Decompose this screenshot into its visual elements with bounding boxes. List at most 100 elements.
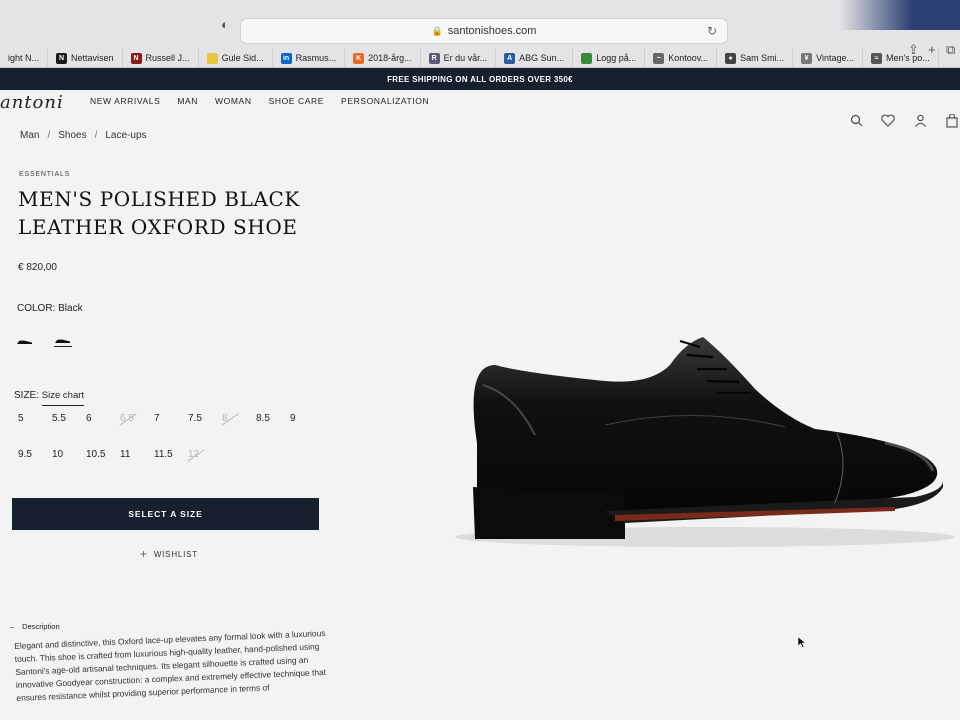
- mouse-cursor-icon: [798, 637, 806, 648]
- size-option[interactable]: 7: [150, 412, 184, 426]
- breadcrumb-separator: /: [94, 130, 98, 141]
- breadcrumb: Man / Shoes / Lace-ups: [20, 130, 147, 141]
- size-option: 8: [218, 412, 252, 426]
- bookmark-item[interactable]: ight N...: [0, 48, 49, 68]
- bookmark-label: Sam Smi...: [740, 53, 785, 63]
- shield-icon[interactable]: ◐: [221, 17, 229, 32]
- breadcrumb-man[interactable]: Man: [20, 130, 39, 141]
- wishlist-label: WISHLIST: [153, 549, 198, 559]
- color-swatch-black-selected[interactable]: [54, 337, 72, 347]
- bookmark-label: Logg på...: [596, 53, 637, 63]
- size-option[interactable]: 5: [14, 412, 48, 426]
- size-option[interactable]: 7.5: [184, 412, 218, 426]
- bookmark-label: Rasmus...: [295, 53, 337, 63]
- address-bar[interactable]: 🔒 santonishoes.com ↻: [240, 18, 728, 44]
- bookmark-favicon-icon: [581, 52, 593, 64]
- size-option[interactable]: 11.5: [150, 448, 184, 462]
- bookmark-favicon-icon: A: [504, 52, 516, 64]
- color-swatch-black[interactable]: [16, 337, 34, 347]
- color-selector-label: COLOR: Black: [17, 303, 83, 314]
- size-option[interactable]: 10.5: [82, 448, 116, 462]
- description-toggle[interactable]: – Description: [10, 622, 60, 631]
- nav-woman[interactable]: WOMAN: [215, 96, 252, 106]
- main-nav: NEW ARRIVALS MAN WOMAN SHOE CARE PERSONA…: [90, 96, 429, 106]
- bookmark-item[interactable]: N Nettavisen: [48, 48, 123, 68]
- description-heading: Description: [22, 622, 60, 631]
- bookmark-label: Gule Sid...: [221, 53, 264, 63]
- size-option: 6.5: [116, 412, 150, 426]
- nav-shoe-care[interactable]: SHOE CARE: [269, 96, 324, 106]
- search-icon[interactable]: [848, 114, 864, 131]
- bookmark-label: 2018-årg...: [368, 53, 412, 63]
- bookmark-label: Men's po...: [886, 53, 930, 63]
- bookmark-label: Russell J...: [145, 53, 190, 63]
- size-label: SIZE:: [14, 390, 40, 401]
- size-option[interactable]: 11: [116, 448, 150, 462]
- size-option[interactable]: 6: [82, 412, 116, 426]
- nav-personalization[interactable]: PERSONALIZATION: [341, 96, 429, 106]
- bookmark-favicon-icon: in: [280, 52, 292, 64]
- description-text: Elegant and distinctive, this Oxford lac…: [14, 627, 327, 703]
- bookmark-label: Nettavisen: [71, 53, 114, 63]
- lock-icon: 🔒: [431, 25, 443, 36]
- bookmark-favicon-icon: [206, 52, 218, 64]
- bookmark-label: ABG Sun...: [519, 53, 565, 63]
- bookmark-favicon-icon: ¥: [801, 52, 813, 64]
- select-size-button[interactable]: SELECT A SIZE: [12, 498, 319, 530]
- bag-icon[interactable]: [944, 113, 960, 131]
- plus-icon: +: [140, 547, 148, 561]
- bookmark-item[interactable]: ~ Kontoov...: [645, 48, 718, 68]
- bookmark-favicon-icon: ●: [725, 52, 737, 64]
- bookmarks-bar: ight N... N Nettavisen N Russell J... Gule Si…: [0, 48, 960, 68]
- size-option[interactable]: 9: [286, 412, 320, 426]
- bookmark-item[interactable]: ● Sam Smi...: [717, 48, 794, 68]
- wishlist-button[interactable]: + WISHLIST: [140, 547, 198, 561]
- utility-icons: [848, 113, 960, 131]
- site-logo[interactable]: antoni: [0, 92, 64, 113]
- breadcrumb-shoes[interactable]: Shoes: [58, 130, 86, 141]
- bookmark-label: Vintage...: [816, 53, 854, 63]
- size-chart-link[interactable]: Size chart: [41, 390, 85, 406]
- product-price: € 820,00: [18, 262, 57, 273]
- bookmark-item[interactable]: Gule Sid...: [199, 48, 273, 68]
- product-image: [455, 337, 955, 547]
- size-option[interactable]: 5.5: [48, 412, 82, 426]
- bookmark-item[interactable]: R Er du vår...: [421, 48, 497, 68]
- bookmark-item[interactable]: ¥ Vintage...: [793, 48, 863, 68]
- product-eyebrow: ESSENTIALS: [19, 171, 71, 178]
- size-option[interactable]: 8.5: [252, 412, 286, 426]
- announcement-bar: FREE SHIPPING ON ALL ORDERS OVER 350€: [0, 68, 960, 90]
- bookmark-item[interactable]: A ABG Sun...: [496, 48, 574, 68]
- url-text: santonishoes.com: [447, 25, 537, 37]
- bookmark-item[interactable]: Logg på...: [573, 48, 646, 68]
- bookmark-label: ight N...: [8, 53, 40, 63]
- bookmark-favicon-icon: ≈: [871, 52, 882, 64]
- bookmark-favicon-icon: N: [56, 52, 68, 64]
- heart-icon[interactable]: [880, 114, 896, 131]
- bookmark-label: Kontoov...: [668, 53, 709, 63]
- minus-icon: –: [10, 622, 15, 631]
- breadcrumb-lace-ups[interactable]: Lace-ups: [105, 130, 146, 141]
- bookmark-item[interactable]: K 2018-årg...: [345, 48, 421, 68]
- bookmark-item[interactable]: N Russell J...: [123, 48, 199, 68]
- size-option[interactable]: 10: [48, 448, 82, 462]
- nav-new-arrivals[interactable]: NEW ARRIVALS: [90, 96, 160, 106]
- bookmark-favicon-icon: ~: [653, 52, 665, 64]
- user-icon[interactable]: [912, 114, 928, 131]
- product-title: MEN'S POLISHED BLACK LEATHER OXFORD SHOE: [18, 187, 300, 239]
- color-swatches: [16, 337, 72, 347]
- window-corner: [840, 0, 960, 30]
- reload-icon[interactable]: ↻: [707, 24, 717, 38]
- breadcrumb-separator: /: [47, 130, 51, 141]
- bookmark-item[interactable]: in Rasmus...: [273, 48, 346, 68]
- color-label: COLOR:: [17, 303, 56, 314]
- size-option[interactable]: 9.5: [14, 448, 48, 462]
- browser-chrome: ◐ ▢ 🔒 santonishoes.com ↻ ⇪ + ⧉ ight N...…: [0, 0, 960, 68]
- bookmark-favicon-icon: R: [428, 52, 440, 64]
- size-grid: 5 5.5 6 6.5 7 7.5 8 8.5 9 9.5 10 10.5 11 11.5 12: [14, 412, 314, 462]
- bookmark-item[interactable]: ≈ Men's po...: [863, 48, 939, 68]
- nav-man[interactable]: MAN: [177, 96, 198, 106]
- size-selector-label: SIZE: Size chart: [14, 390, 85, 406]
- bookmark-favicon-icon: K: [353, 52, 365, 64]
- bookmark-label: Er du vår...: [443, 53, 488, 63]
